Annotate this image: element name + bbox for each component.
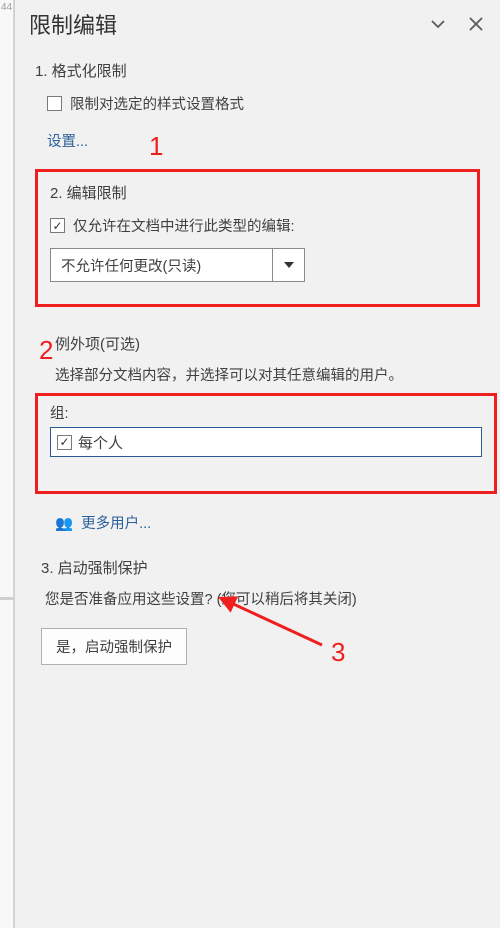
- everyone-label: 每个人: [78, 432, 123, 453]
- section2-highlight-box: 2. 编辑限制 仅允许在文档中进行此类型的编辑: 不允许任何更改(只读): [35, 169, 480, 307]
- exceptions-heading: 例外项(可选): [35, 333, 482, 354]
- pane-body: 1. 格式化限制 限制对选定的样式设置格式 设置... 2. 编辑限制 仅允许在…: [15, 46, 500, 665]
- ruler-number: 44: [1, 2, 12, 13]
- start-enforcement-button[interactable]: 是，启动强制保护: [41, 628, 187, 665]
- groups-label: 组:: [50, 402, 482, 423]
- section3: 3. 启动强制保护 您是否准备应用这些设置? (您可以稍后将其关闭) 是，启动强…: [35, 557, 482, 665]
- groups-highlight-box: 组: 每个人: [35, 393, 497, 494]
- close-icon[interactable]: [464, 12, 488, 36]
- people-icon: 👥: [55, 515, 73, 532]
- editing-restriction-row: 仅允许在文档中进行此类型的编辑:: [50, 215, 463, 236]
- groups-listbox[interactable]: 每个人: [50, 427, 482, 457]
- formatting-checkbox-label: 限制对选定的样式设置格式: [70, 93, 244, 114]
- pane-header: 限制编辑: [15, 0, 500, 46]
- enforce-prompt-text: 您是否准备应用这些设置? (您可以稍后将其关闭): [41, 590, 482, 612]
- section1-heading: 1. 格式化限制: [35, 60, 482, 81]
- editing-checkbox[interactable]: [50, 218, 65, 233]
- chevron-down-icon: [272, 249, 304, 281]
- left-ruler-strip: 44: [0, 0, 14, 928]
- editing-checkbox-label: 仅允许在文档中进行此类型的编辑:: [73, 215, 295, 236]
- collapse-icon[interactable]: [426, 12, 450, 36]
- dropdown-value: 不允许任何更改(只读): [51, 249, 272, 281]
- editing-type-dropdown[interactable]: 不允许任何更改(只读): [50, 248, 305, 282]
- formatting-checkbox[interactable]: [47, 96, 62, 111]
- section2-heading: 2. 编辑限制: [50, 182, 463, 203]
- section1-content: 限制对选定的样式设置格式 设置...: [35, 93, 482, 151]
- more-users-row: 👥 更多用户...: [35, 506, 482, 533]
- section3-heading: 3. 启动强制保护: [41, 557, 482, 578]
- formatting-restriction-row: 限制对选定的样式设置格式: [47, 93, 482, 114]
- everyone-checkbox[interactable]: [57, 435, 72, 450]
- restrict-editing-pane: 限制编辑 1. 格式化限制 限制对选定的样式设置格式 设置... 2. 编辑限制…: [14, 0, 500, 928]
- ruler-divider: [0, 597, 14, 600]
- exceptions-description: 选择部分文档内容，并选择可以对其任意编辑的用户。: [35, 364, 482, 385]
- more-users-link[interactable]: 👥 更多用户...: [55, 512, 151, 533]
- settings-link[interactable]: 设置...: [47, 130, 88, 151]
- pane-title: 限制编辑: [29, 8, 412, 40]
- more-users-label: 更多用户...: [81, 516, 151, 532]
